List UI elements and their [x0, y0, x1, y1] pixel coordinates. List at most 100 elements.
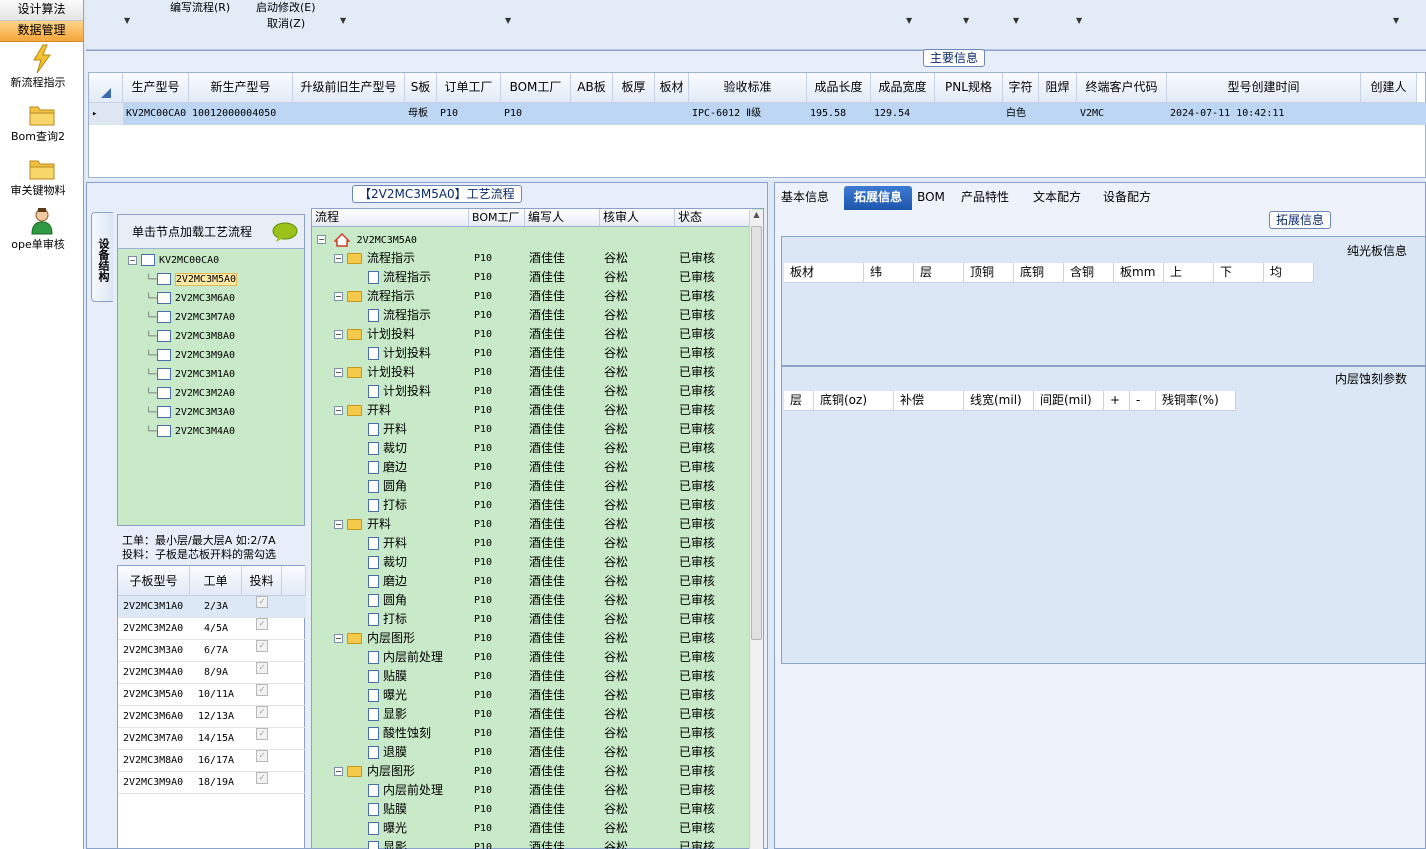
flow-step-row[interactable]: 流程指示 P10 酒佳佳 谷松 已审核 — [312, 268, 752, 287]
grid-cell[interactable]: 白色 — [1003, 103, 1039, 125]
row-indicator[interactable]: ▸ — [89, 103, 123, 125]
flow-group-row[interactable]: − 流程指示 P10 酒佳佳 谷松 已审核 — [312, 287, 752, 306]
feed-checkbox[interactable]: ✓ — [256, 728, 268, 740]
plain-board-column[interactable]: 上 — [1164, 263, 1214, 283]
edit-flow-button[interactable]: 编写流程(R) — [170, 0, 230, 15]
flow-step-row[interactable]: 退膜 P10 酒佳佳 谷松 已审核 — [312, 743, 752, 762]
scroll-thumb[interactable] — [751, 226, 762, 640]
flow-group-row[interactable]: − 流程指示 P10 酒佳佳 谷松 已审核 — [312, 249, 752, 268]
plain-board-column[interactable]: 板材 — [784, 263, 864, 283]
inner-etching-column[interactable]: 线宽(mil) — [964, 391, 1034, 411]
feed-checkbox[interactable]: ✓ — [256, 618, 268, 630]
flow-group-row[interactable]: − 开料 P10 酒佳佳 谷松 已审核 — [312, 515, 752, 534]
tree-node[interactable]: └─ 2V2MC3M7A0 — [146, 308, 235, 327]
plain-board-column[interactable]: 顶铜 — [964, 263, 1014, 283]
sub-board-row[interactable]: 2V2MC3M5A0 10/11A ✓ — [118, 684, 306, 706]
tree-node[interactable]: └─ 2V2MC3M6A0 — [146, 289, 235, 308]
flow-group-row[interactable]: − 开料 P10 酒佳佳 谷松 已审核 — [312, 401, 752, 420]
tree-node[interactable]: └─ 2V2MC3M3A0 — [146, 403, 235, 422]
flow-step-row[interactable]: 打标 P10 酒佳佳 谷松 已审核 — [312, 496, 752, 515]
dropdown-arrow-icon[interactable]: ▼ — [906, 16, 912, 25]
flow-step-row[interactable]: 显影 P10 酒佳佳 谷松 已审核 — [312, 838, 752, 849]
flow-step-row[interactable]: 曝光 P10 酒佳佳 谷松 已审核 — [312, 686, 752, 705]
sub-col-model[interactable]: 子板型号 — [118, 566, 190, 596]
detail-tab[interactable]: BOM — [916, 186, 946, 210]
grid-column-header[interactable]: BOM工厂 — [501, 73, 571, 102]
dropdown-arrow-icon[interactable]: ▼ — [505, 16, 511, 25]
flow-step-row[interactable]: 酸性蚀刻 P10 酒佳佳 谷松 已审核 — [312, 724, 752, 743]
flow-step-row[interactable]: 圆角 P10 酒佳佳 谷松 已审核 — [312, 477, 752, 496]
dropdown-arrow-icon[interactable]: ▼ — [1393, 16, 1399, 25]
flow-step-row[interactable]: 流程指示 P10 酒佳佳 谷松 已审核 — [312, 306, 752, 325]
flow-group-row[interactable]: − 内层图形 P10 酒佳佳 谷松 已审核 — [312, 762, 752, 781]
flow-step-row[interactable]: 磨边 P10 酒佳佳 谷松 已审核 — [312, 458, 752, 477]
flow-step-row[interactable]: 贴膜 P10 酒佳佳 谷松 已审核 — [312, 667, 752, 686]
collapse-icon[interactable]: − — [334, 634, 343, 643]
grid-column-header[interactable]: 成品长度 — [807, 73, 871, 102]
grid-column-header[interactable]: 创建人 — [1361, 73, 1417, 102]
flow-group-row[interactable]: − 计划投料 P10 酒佳佳 谷松 已审核 — [312, 325, 752, 344]
flow-col-reviewer[interactable]: 核审人 — [600, 209, 675, 226]
nav-tab-design-algorithm[interactable]: 设计算法 — [0, 0, 83, 21]
grid-cell[interactable] — [293, 103, 405, 125]
detail-tab[interactable]: 文本配方 — [1026, 186, 1088, 210]
flow-root-node[interactable]: − 2V2MC3M5A0 — [317, 230, 417, 249]
dropdown-arrow-icon[interactable]: ▼ — [1013, 16, 1019, 25]
flow-step-row[interactable]: 开料 P10 酒佳佳 谷松 已审核 — [312, 420, 752, 439]
grid-cell[interactable]: IPC-6012 Ⅱ级 — [689, 103, 807, 125]
nav-item-key-material[interactable]: 审关键物料 — [0, 150, 83, 204]
dropdown-arrow-icon[interactable]: ▼ — [963, 16, 969, 25]
nav-item-bom-query[interactable]: Bom查询2 — [0, 96, 83, 150]
flow-step-row[interactable]: 打标 P10 酒佳佳 谷松 已审核 — [312, 610, 752, 629]
detail-tab[interactable]: 拓展信息 — [844, 186, 912, 210]
grid-cell[interactable]: P10 — [437, 103, 501, 125]
flow-step-row[interactable]: 曝光 P10 酒佳佳 谷松 已审核 — [312, 819, 752, 838]
grid-column-header[interactable]: S板 — [405, 73, 437, 102]
grid-corner-cell[interactable] — [89, 73, 123, 102]
feed-checkbox[interactable]: ✓ — [256, 750, 268, 762]
nav-item-review[interactable]: ope单审核 — [0, 204, 83, 258]
grid-cell[interactable]: 母板 — [405, 103, 437, 125]
grid-cell[interactable] — [571, 103, 613, 125]
flow-col-bom[interactable]: BOM工厂 — [469, 209, 525, 226]
nav-item-new-flow[interactable]: 新流程指示 — [0, 42, 83, 96]
inner-etching-column[interactable]: 间距(mil) — [1034, 391, 1104, 411]
inner-etching-column[interactable]: 层 — [784, 391, 814, 411]
dropdown-arrow-icon[interactable]: ▼ — [340, 16, 346, 25]
start-modify-button[interactable]: 启动修改(E) — [256, 0, 316, 15]
grid-cell[interactable] — [935, 103, 1003, 125]
flow-group-row[interactable]: − 内层图形 P10 酒佳佳 谷松 已审核 — [312, 629, 752, 648]
grid-column-header[interactable]: 升级前旧生产型号 — [293, 73, 405, 102]
grid-cell[interactable] — [655, 103, 689, 125]
sub-board-row[interactable]: 2V2MC3M3A0 6/7A ✓ — [118, 640, 306, 662]
tree-node[interactable]: └─ 2V2MC3M2A0 — [146, 384, 235, 403]
flow-group-row[interactable]: − 计划投料 P10 酒佳佳 谷松 已审核 — [312, 363, 752, 382]
sub-board-row[interactable]: 2V2MC3M4A0 8/9A ✓ — [118, 662, 306, 684]
flow-step-row[interactable]: 计划投料 P10 酒佳佳 谷松 已审核 — [312, 344, 752, 363]
grid-column-header[interactable]: 阻焊 — [1039, 73, 1077, 102]
collapse-icon[interactable]: − — [334, 254, 343, 263]
plain-board-column[interactable]: 下 — [1214, 263, 1264, 283]
flow-step-row[interactable]: 显影 P10 酒佳佳 谷松 已审核 — [312, 705, 752, 724]
nav-tab-data-management[interactable]: 数据管理 — [0, 21, 83, 42]
collapse-icon[interactable]: − — [334, 368, 343, 377]
sub-board-row[interactable]: 2V2MC3M7A0 14/15A ✓ — [118, 728, 306, 750]
feed-checkbox[interactable]: ✓ — [256, 596, 268, 608]
grid-column-header[interactable]: AB板 — [571, 73, 613, 102]
grid-column-header[interactable]: 验收标准 — [689, 73, 807, 102]
collapse-icon[interactable]: − — [334, 406, 343, 415]
flow-step-row[interactable]: 内层前处理 P10 酒佳佳 谷松 已审核 — [312, 648, 752, 667]
grid-column-header[interactable]: 型号创建时间 — [1167, 73, 1361, 102]
inner-etching-column[interactable]: + — [1104, 391, 1130, 411]
grid-column-header[interactable]: PNL规格 — [935, 73, 1003, 102]
dropdown-arrow-icon[interactable]: ▼ — [124, 16, 130, 25]
detail-tab[interactable]: 设备配方 — [1096, 186, 1158, 210]
vertical-tab-equipment-structure[interactable]: 设备结构 — [91, 212, 113, 302]
flow-scrollbar[interactable]: ▲ — [749, 210, 763, 849]
plain-board-column[interactable]: 纬 — [864, 263, 914, 283]
tree-node[interactable]: └─ 2V2MC3M9A0 — [146, 346, 235, 365]
collapse-icon[interactable]: − — [317, 235, 326, 244]
feed-checkbox[interactable]: ✓ — [256, 772, 268, 784]
flow-step-row[interactable]: 开料 P10 酒佳佳 谷松 已审核 — [312, 534, 752, 553]
grid-cell[interactable]: V2MC — [1077, 103, 1167, 125]
